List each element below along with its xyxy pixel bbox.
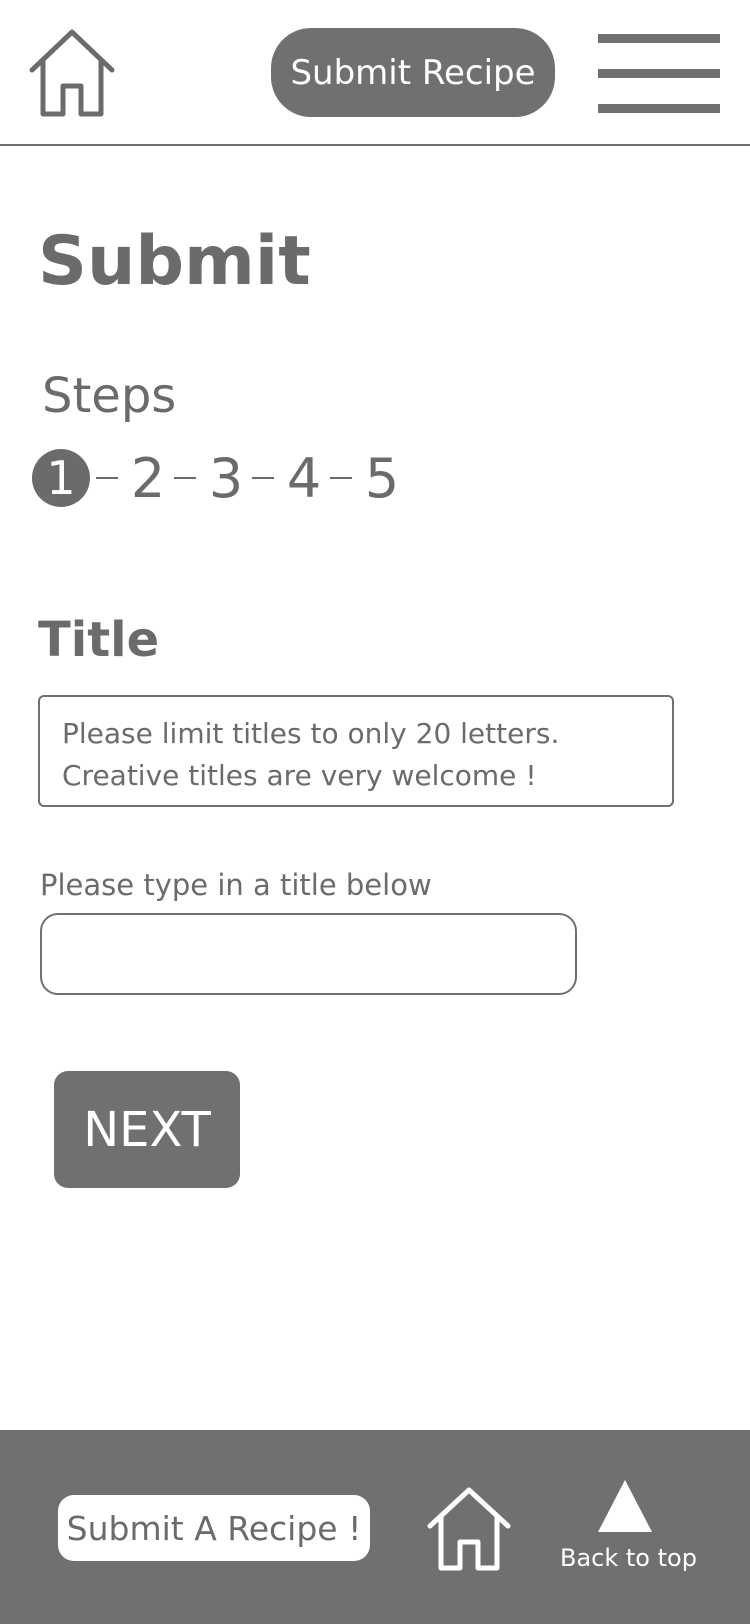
- hamburger-menu-icon[interactable]: [598, 34, 720, 114]
- step-divider: [174, 477, 196, 479]
- step-indicator: 1 2 3 4 5: [32, 446, 402, 510]
- step-3: 3: [208, 446, 244, 510]
- section-title: Title: [38, 612, 160, 668]
- submit-recipe-button[interactable]: Submit Recipe: [271, 28, 555, 117]
- back-to-top-label: Back to top: [560, 1544, 697, 1572]
- next-button[interactable]: NEXT: [54, 1071, 240, 1188]
- steps-label: Steps: [42, 368, 177, 424]
- hint-line-1: Please limit titles to only 20 letters.: [62, 717, 560, 750]
- page-title: Submit: [38, 222, 311, 301]
- top-header: Submit Recipe: [0, 0, 750, 146]
- step-4: 4: [286, 446, 322, 510]
- triangle-up-icon: [598, 1480, 652, 1532]
- footer-submit-recipe-button[interactable]: Submit A Recipe !: [58, 1495, 370, 1561]
- step-1-active: 1: [32, 449, 90, 507]
- step-divider: [252, 477, 274, 479]
- hint-line-2: Creative titles are very welcome !: [62, 759, 537, 792]
- step-5: 5: [364, 446, 400, 510]
- home-icon[interactable]: [424, 1484, 514, 1574]
- step-divider: [96, 477, 118, 479]
- title-input[interactable]: [40, 913, 577, 995]
- footer: Submit A Recipe ! Back to top: [0, 1430, 750, 1624]
- title-hint-box: Please limit titles to only 20 letters. …: [38, 695, 674, 807]
- step-divider: [330, 477, 352, 479]
- title-field-label: Please type in a title below: [40, 868, 432, 902]
- step-2: 2: [130, 446, 166, 510]
- back-to-top-button[interactable]: Back to top: [560, 1480, 697, 1580]
- home-icon[interactable]: [24, 26, 120, 120]
